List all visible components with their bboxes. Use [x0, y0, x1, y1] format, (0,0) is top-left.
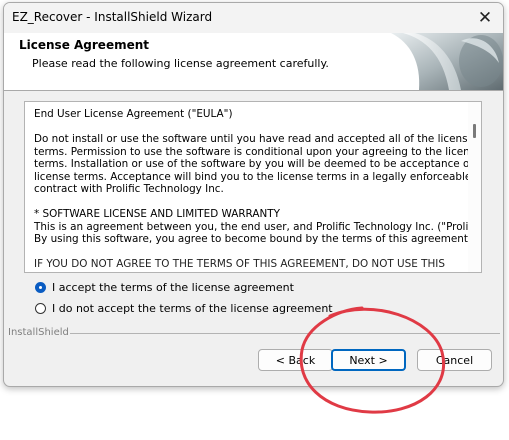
accept-label[interactable]: I accept the terms of the license agreem…	[52, 281, 294, 294]
eula-line: Do not install or use the software until…	[34, 133, 474, 145]
eula-line: license terms. Acceptance will bind you …	[34, 170, 472, 183]
eula-line: This is an agreement between you, the en…	[34, 220, 482, 233]
installer-window: EZ_Recover - InstallShield Wizard ✕ Lice…	[3, 2, 504, 387]
eula-line: By using this software, you agree to bec…	[34, 233, 472, 245]
eula-line: terms. Permission to use the software is…	[34, 145, 482, 158]
eula-line: * SOFTWARE LICENSE AND LIMITED WARRANTY	[34, 208, 280, 220]
eula-paragraph: * SOFTWARE LICENSE AND LIMITED WARRANTY …	[34, 208, 481, 246]
close-icon: ✕	[477, 8, 493, 28]
scrollbar-thumb[interactable]	[473, 124, 476, 138]
accept-option[interactable]: I accept the terms of the license agreem…	[35, 281, 294, 294]
page-title: License Agreement	[19, 38, 150, 52]
close-button[interactable]: ✕	[471, 5, 499, 31]
back-button[interactable]: < Back	[258, 349, 333, 371]
eula-line: terms. Installation or use of the softwa…	[34, 158, 482, 170]
eula-line: IF YOU DO NOT AGREE TO THE TERMS OF THIS…	[34, 258, 445, 270]
installshield-logo-art	[391, 33, 503, 90]
eula-paragraph: IF YOU DO NOT AGREE TO THE TERMS OF THIS…	[34, 258, 464, 271]
eula-paragraph: End User License Agreement ("EULA")	[34, 108, 464, 121]
footer-divider	[70, 333, 500, 334]
license-text: End User License Agreement ("EULA") Do n…	[34, 108, 481, 272]
installshield-group-label: InstallShield	[8, 327, 69, 338]
title-bar: EZ_Recover - InstallShield Wizard ✕	[4, 3, 503, 33]
decline-radio[interactable]	[35, 303, 46, 314]
cancel-button[interactable]: Cancel	[417, 349, 492, 371]
license-text-box[interactable]: End User License Agreement ("EULA") Do n…	[24, 101, 482, 273]
eula-line: contract with Prolific Technology Inc.	[34, 183, 224, 195]
page-subtitle: Please read the following license agreem…	[32, 57, 329, 70]
next-button[interactable]: Next >	[331, 349, 406, 371]
window-title: EZ_Recover - InstallShield Wizard	[12, 10, 213, 24]
eula-line: End User License Agreement ("EULA")	[34, 108, 233, 120]
eula-paragraph: Do not install or use the software until…	[34, 133, 481, 196]
license-scrollbar[interactable]	[468, 102, 481, 272]
wizard-header: License Agreement Please read the follow…	[4, 33, 503, 91]
decline-label[interactable]: I do not accept the terms of the license…	[52, 302, 333, 315]
accept-radio[interactable]	[35, 282, 46, 293]
decline-option[interactable]: I do not accept the terms of the license…	[35, 302, 333, 315]
